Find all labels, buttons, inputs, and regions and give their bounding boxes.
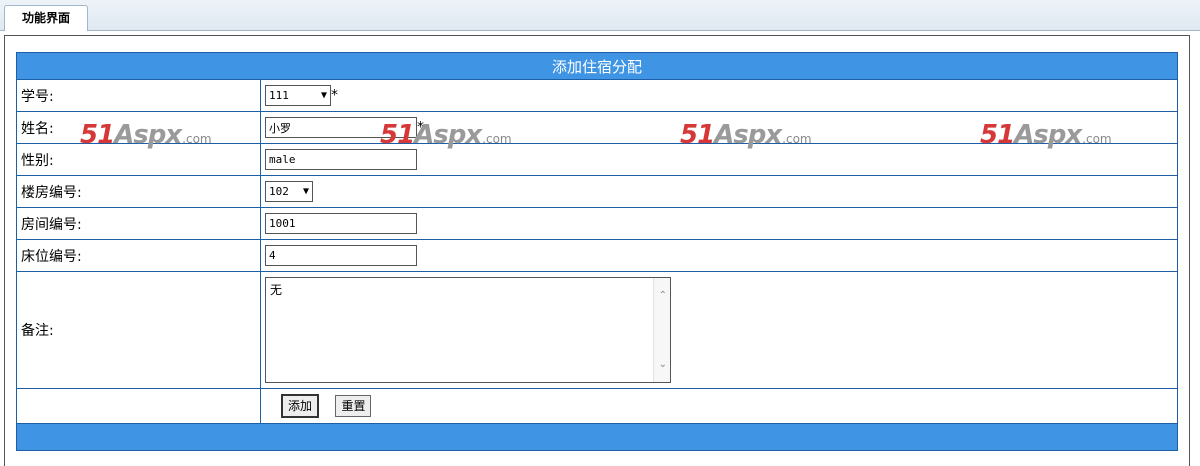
- name-label: 姓名:: [16, 111, 261, 144]
- textarea-scrollbar[interactable]: ⌃ ⌄: [653, 278, 670, 382]
- bed-input[interactable]: [265, 245, 417, 266]
- required-mark: *: [331, 87, 338, 104]
- required-mark: *: [417, 119, 424, 136]
- name-input[interactable]: [265, 117, 417, 138]
- note-textarea[interactable]: 无 ⌃ ⌄: [265, 277, 671, 383]
- form-footer-bar: [16, 423, 1178, 451]
- gender-input[interactable]: [265, 149, 417, 170]
- reset-button[interactable]: 重置: [335, 395, 372, 417]
- add-button[interactable]: 添加: [281, 394, 320, 418]
- gender-label: 性别:: [16, 143, 261, 176]
- tab-function-interface[interactable]: 功能界面: [4, 5, 88, 31]
- accommodation-form: 添加住宿分配 学号: 111 ▼ * 姓名: * 性别: 楼房编号:: [16, 52, 1178, 451]
- building-label: 楼房编号:: [16, 175, 261, 208]
- scroll-down-icon[interactable]: ⌄: [659, 359, 667, 370]
- building-select[interactable]: 102 ▼: [265, 181, 313, 202]
- room-label: 房间编号:: [16, 207, 261, 240]
- chevron-down-icon: ▼: [302, 186, 309, 197]
- form-title: 添加住宿分配: [16, 52, 1178, 80]
- tab-strip: 功能界面: [0, 0, 1200, 31]
- student-id-label: 学号:: [16, 79, 261, 112]
- room-input[interactable]: [265, 213, 417, 234]
- content-panel: 添加住宿分配 学号: 111 ▼ * 姓名: * 性别: 楼房编号:: [4, 35, 1190, 466]
- chevron-down-icon: ▼: [320, 90, 327, 101]
- bed-label: 床位编号:: [16, 239, 261, 272]
- student-id-select[interactable]: 111 ▼: [265, 85, 331, 106]
- scroll-up-icon[interactable]: ⌃: [659, 290, 667, 301]
- note-label: 备注:: [16, 271, 261, 389]
